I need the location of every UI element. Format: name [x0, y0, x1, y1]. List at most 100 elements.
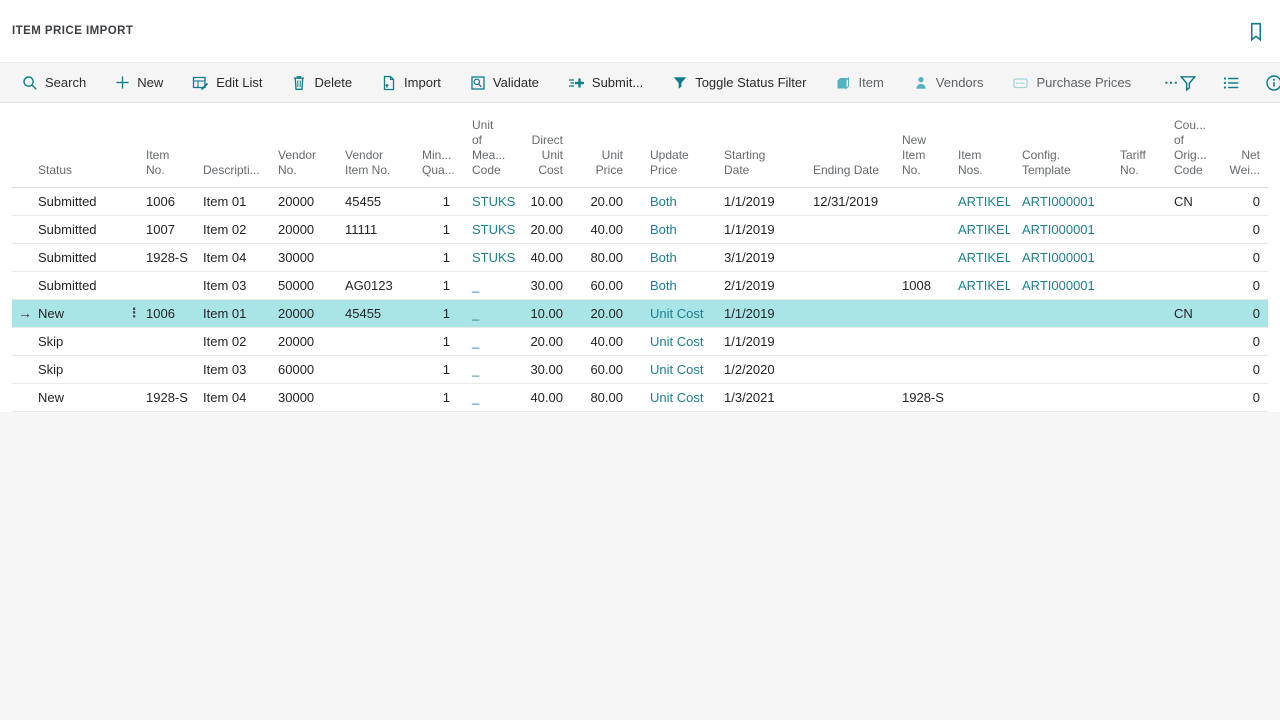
cell-item-no[interactable]: 1007 [146, 215, 203, 243]
cell-link-config-template[interactable]: ARTI000001 [1022, 250, 1095, 265]
new-button[interactable]: New [115, 75, 163, 90]
col-header-item-nos[interactable]: Item Nos. [946, 103, 1010, 187]
cell-row-menu[interactable] [122, 215, 146, 243]
cell-link-config-template[interactable]: ARTI000001 [1022, 194, 1095, 209]
cell-min-qty[interactable]: 1 [422, 215, 460, 243]
cell-description[interactable]: Item 03 [203, 355, 278, 383]
cell-config-template[interactable] [1010, 355, 1108, 383]
col-header-new-item-no[interactable]: New Item No. [890, 103, 946, 187]
validate-button[interactable]: Validate [470, 75, 539, 91]
cell-unit-price[interactable]: 40.00 [573, 327, 638, 355]
cell-update-price[interactable]: Unit Cost [638, 327, 712, 355]
cell-tariff-no[interactable] [1108, 299, 1162, 327]
cell-vendor-no[interactable]: 20000 [278, 327, 345, 355]
cell-description[interactable]: Item 04 [203, 383, 278, 411]
table-row[interactable]: Submitted1007Item 0220000111111STUKS20.0… [12, 215, 1268, 243]
cell-min-qty[interactable]: 1 [422, 271, 460, 299]
cell-link-item-nos[interactable]: ARTIKEL [958, 194, 1010, 209]
col-header-min-qty[interactable]: Min... Qua... [422, 103, 460, 187]
cell-net-weight[interactable]: 0 [1228, 215, 1268, 243]
cell-unit-of-measure-code[interactable]: STUKS [460, 243, 515, 271]
cell-status[interactable]: Submitted [38, 215, 122, 243]
cell-item-nos[interactable] [946, 299, 1010, 327]
cell-update-price[interactable]: Both [638, 187, 712, 215]
row-menu-icon[interactable]: ⋮ [128, 305, 141, 320]
cell-vendor-item-no[interactable]: 45455 [345, 299, 422, 327]
cell-update-price[interactable]: Unit Cost [638, 355, 712, 383]
cell-new-item-no[interactable] [890, 355, 946, 383]
cell-link-update-price[interactable]: Unit Cost [650, 306, 703, 321]
cell-status[interactable]: New [38, 383, 122, 411]
cell-config-template[interactable] [1010, 383, 1108, 411]
cell-status[interactable]: Submitted [38, 243, 122, 271]
cell-description[interactable]: Item 01 [203, 187, 278, 215]
cell-link-update-price[interactable]: Both [650, 222, 677, 237]
cell-item-nos[interactable] [946, 383, 1010, 411]
cell-vendor-no[interactable]: 30000 [278, 383, 345, 411]
cell-row-menu[interactable] [122, 187, 146, 215]
cell-tariff-no[interactable] [1108, 243, 1162, 271]
cell-direct-unit-cost[interactable]: 40.00 [515, 243, 573, 271]
cell-config-template[interactable]: ARTI000001 [1010, 215, 1108, 243]
cell-unit-of-measure-code[interactable]: _ [460, 327, 515, 355]
table-row[interactable]: SkipItem 02200001_20.0040.00Unit Cost1/1… [12, 327, 1268, 355]
cell-country-of-origin-code[interactable] [1162, 243, 1228, 271]
cell-item-no[interactable] [146, 271, 203, 299]
cell-row-selector[interactable] [12, 355, 38, 383]
cell-row-menu[interactable] [122, 243, 146, 271]
cell-vendor-item-no[interactable] [345, 243, 422, 271]
cell-item-nos[interactable] [946, 355, 1010, 383]
cell-update-price[interactable]: Both [638, 243, 712, 271]
cell-config-template[interactable]: ARTI000001 [1010, 187, 1108, 215]
cell-vendor-no[interactable]: 30000 [278, 243, 345, 271]
cell-min-qty[interactable]: 1 [422, 243, 460, 271]
cell-min-qty[interactable]: 1 [422, 299, 460, 327]
cell-item-no[interactable] [146, 355, 203, 383]
cell-tariff-no[interactable] [1108, 383, 1162, 411]
col-header-config-template[interactable]: Config. Template [1010, 103, 1108, 187]
table-row[interactable]: New1928-SItem 04300001_40.0080.00Unit Co… [12, 383, 1268, 411]
item-button[interactable]: Item [835, 75, 883, 91]
list-view-button[interactable] [1222, 73, 1242, 93]
cell-unit-of-measure-code[interactable]: _ [460, 383, 515, 411]
cell-starting-date[interactable]: 1/2/2020 [712, 355, 801, 383]
cell-link-update-price[interactable]: Both [650, 194, 677, 209]
cell-link-unit-of-measure-code[interactable]: _ [472, 334, 479, 349]
cell-link-update-price[interactable]: Unit Cost [650, 334, 703, 349]
cell-update-price[interactable]: Unit Cost [638, 299, 712, 327]
cell-link-unit-of-measure-code[interactable]: _ [472, 306, 479, 321]
cell-ending-date[interactable] [801, 299, 890, 327]
cell-starting-date[interactable]: 2/1/2019 [712, 271, 801, 299]
cell-vendor-item-no[interactable]: 11111 [345, 215, 422, 243]
table-row[interactable]: →New⋮1006Item 0120000454551_10.0020.00Un… [12, 299, 1268, 327]
cell-row-selector[interactable]: → [12, 299, 38, 327]
cell-min-qty[interactable]: 1 [422, 355, 460, 383]
cell-tariff-no[interactable] [1108, 271, 1162, 299]
cell-new-item-no[interactable] [890, 243, 946, 271]
col-header-unit-of-measure-code[interactable]: Unit of Mea... Code [460, 103, 515, 187]
col-header-direct-unit-cost[interactable]: Direct Unit Cost [515, 103, 573, 187]
cell-config-template[interactable] [1010, 299, 1108, 327]
import-button[interactable]: Import [381, 75, 441, 91]
cell-item-nos[interactable] [946, 327, 1010, 355]
cell-row-menu[interactable] [122, 327, 146, 355]
delete-button[interactable]: Delete [291, 75, 352, 91]
cell-link-config-template[interactable]: ARTI000001 [1022, 222, 1095, 237]
col-header-item-no[interactable]: Item No. [146, 103, 203, 187]
cell-direct-unit-cost[interactable]: 10.00 [515, 299, 573, 327]
cell-tariff-no[interactable] [1108, 187, 1162, 215]
info-button[interactable] [1265, 73, 1280, 93]
col-header-update-price[interactable]: Update Price [638, 103, 712, 187]
col-header-status[interactable]: Status [38, 103, 122, 187]
cell-direct-unit-cost[interactable]: 20.00 [515, 215, 573, 243]
cell-tariff-no[interactable] [1108, 355, 1162, 383]
submit-button[interactable]: Submit... [568, 75, 643, 91]
cell-direct-unit-cost[interactable]: 40.00 [515, 383, 573, 411]
cell-item-nos[interactable]: ARTIKEL [946, 215, 1010, 243]
cell-item-nos[interactable]: ARTIKEL [946, 243, 1010, 271]
cell-config-template[interactable]: ARTI000001 [1010, 243, 1108, 271]
cell-net-weight[interactable]: 0 [1228, 383, 1268, 411]
cell-ending-date[interactable]: 12/31/2019 [801, 187, 890, 215]
cell-row-selector[interactable] [12, 383, 38, 411]
cell-min-qty[interactable]: 1 [422, 327, 460, 355]
